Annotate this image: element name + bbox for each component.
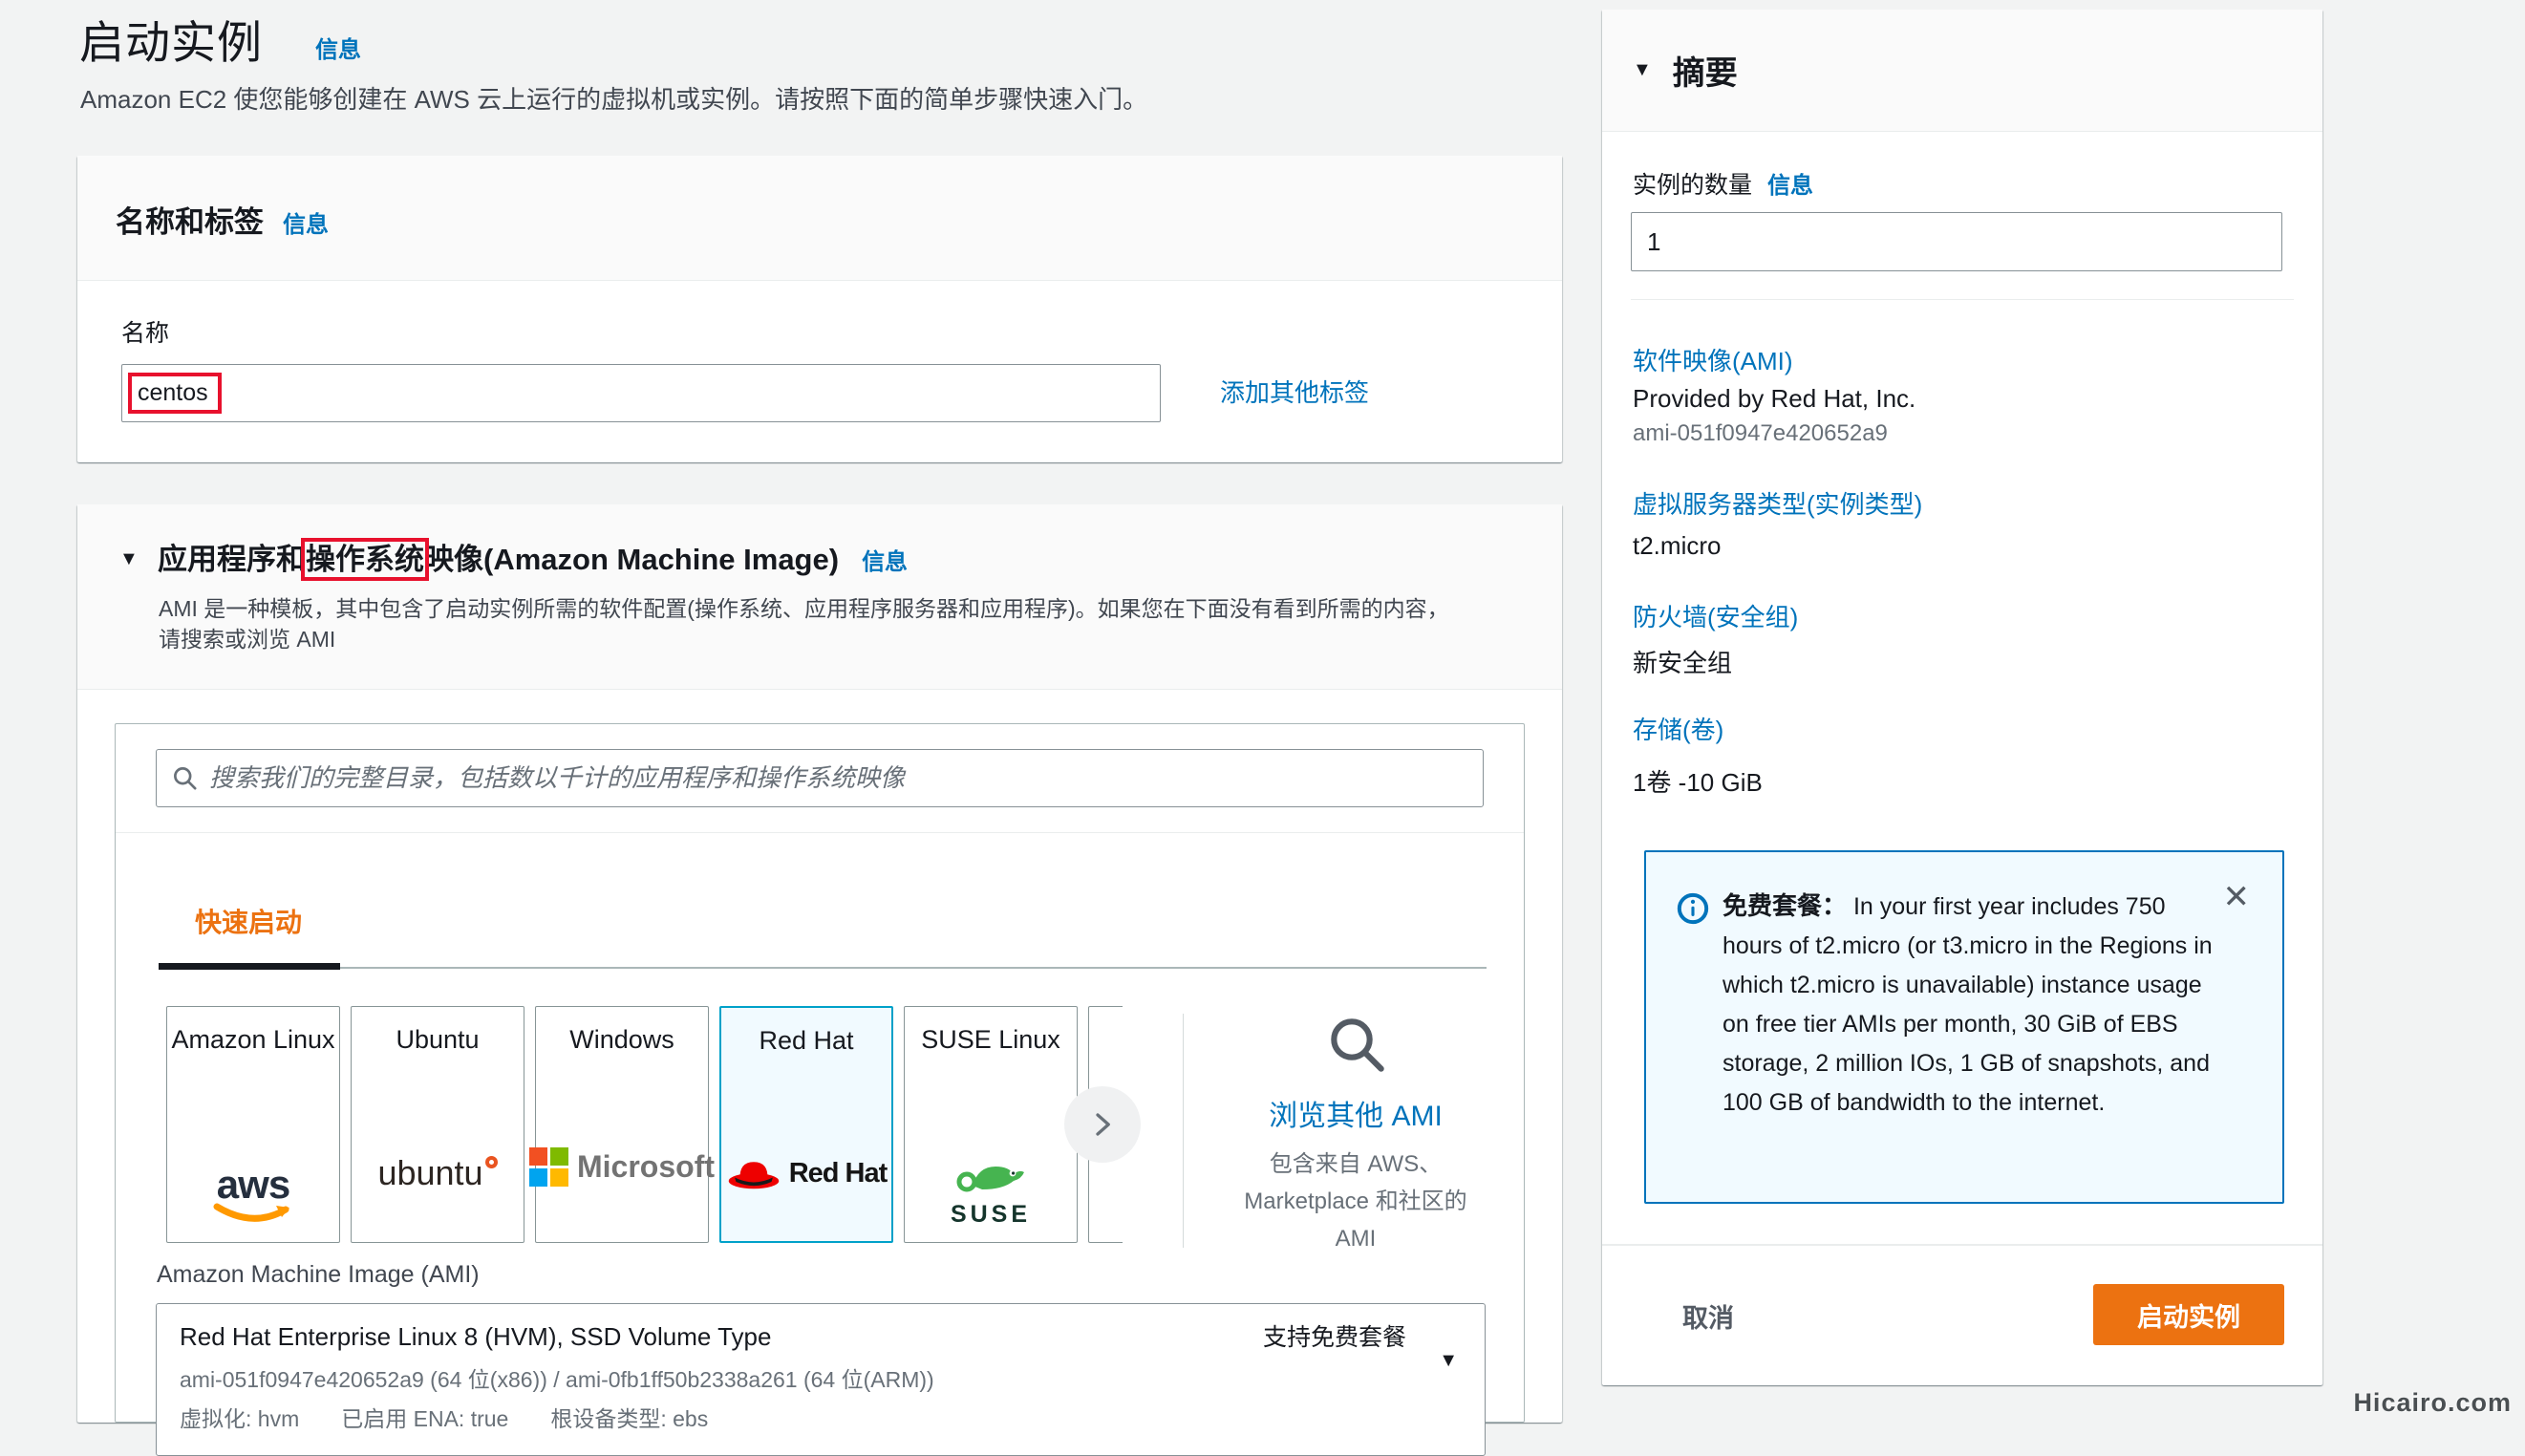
name-and-tags-header: 名称和标签 信息 xyxy=(77,156,1562,281)
add-tags-link[interactable]: 添加其他标签 xyxy=(1220,374,1369,409)
ami-section-title: 应用程序和操作系统映像(Amazon Machine Image)信息 xyxy=(158,535,908,578)
os-card-ubuntu[interactable]: Ubuntu ubuntu xyxy=(351,1006,524,1243)
divider xyxy=(1631,299,2294,300)
page-subtitle: Amazon EC2 使您能够创建在 AWS 云上运行的虚拟机或实例。请按照下面… xyxy=(80,80,1147,116)
summary-item-software-image-value: Provided by Red Hat, Inc. xyxy=(1633,384,1915,414)
search-icon xyxy=(172,765,198,791)
red-hat-fedora-icon xyxy=(726,1155,781,1191)
vertical-divider xyxy=(1183,1014,1184,1248)
page-title-info-link[interactable]: 信息 xyxy=(315,31,361,64)
summary-item-firewall-value: 新安全组 xyxy=(1633,644,1732,679)
ami-section-description-line1: AMI 是一种模板，其中包含了启动实例所需的软件配置(操作系统、应用程序服务器和… xyxy=(159,590,1449,623)
browse-other-ami-description: 包含来自 AWS、 Marketplace 和社区的 AMI xyxy=(1186,1146,1526,1257)
cancel-button[interactable]: 取消 xyxy=(1682,1297,1734,1335)
ubuntu-circle-icon xyxy=(485,1156,498,1168)
ubuntu-logo: ubuntu xyxy=(352,1154,524,1192)
name-and-tags-title: 名称和标签 xyxy=(116,198,264,241)
chevron-right-icon xyxy=(1088,1110,1117,1139)
summary-item-software-image-link[interactable]: 软件映像(AMI) xyxy=(1633,342,1793,377)
suse-chameleon-icon xyxy=(953,1155,1028,1197)
free-tier-notice-text: 免费套餐： In your first year includes 750 ho… xyxy=(1723,887,2227,1123)
ami-select-dropdown[interactable]: Red Hat Enterprise Linux 8 (HVM), SSD Vo… xyxy=(156,1303,1486,1456)
os-card-label: Red Hat xyxy=(721,1023,891,1059)
browse-search-icon xyxy=(1325,1013,1386,1074)
footer-divider xyxy=(1602,1244,2322,1246)
instance-count-row: 实例的数量 信息 xyxy=(1633,166,1813,201)
os-card-windows[interactable]: Windows Microsoft xyxy=(535,1006,709,1243)
summary-item-storage-value: 1卷 -10 GiB xyxy=(1633,763,1763,799)
browse-other-ami-block: 浏览其他 AMI 包含来自 AWS、 Marketplace 和社区的 AMI xyxy=(1186,1013,1526,1257)
os-card-carousel: Amazon Linux aws Ubuntu ubuntu Windows M xyxy=(156,1006,1123,1247)
info-circle-icon xyxy=(1677,892,1709,925)
launch-instance-button[interactable]: 启动实例 xyxy=(2093,1284,2284,1345)
summary-item-instance-type-link[interactable]: 虚拟服务器类型(实例类型) xyxy=(1633,485,1922,521)
name-and-tags-info-link[interactable]: 信息 xyxy=(283,205,329,239)
instance-name-input[interactable]: centos xyxy=(121,364,1161,422)
os-card-suse-linux[interactable]: SUSE Linux SUSE xyxy=(904,1006,1078,1243)
free-tier-eligible-badge: 支持免费套餐 xyxy=(1263,1318,1406,1353)
close-icon[interactable]: ✕ xyxy=(2223,881,2251,913)
microsoft-squares-icon xyxy=(529,1147,568,1187)
ec2-launch-instance-page: { "labels": { "info": "信息" }, "page": { … xyxy=(0,0,2525,1422)
summary-panel: ▼ 摘要 实例的数量 信息 软件映像(AMI) Provided by Red … xyxy=(1602,10,2322,1385)
red-hat-logo: Red Hat xyxy=(721,1155,891,1191)
instance-count-label: 实例的数量 xyxy=(1633,166,1752,201)
dropdown-caret-icon[interactable]: ▼ xyxy=(1439,1350,1458,1372)
aws-logo: aws xyxy=(167,1167,339,1227)
ami-section-description-line2: 请搜索或浏览 AMI xyxy=(159,621,335,653)
ami-select-label: Amazon Machine Image (AMI) xyxy=(157,1261,480,1289)
ami-search-box xyxy=(156,749,1484,807)
tab-quick-start[interactable]: 快速启动 xyxy=(195,902,302,940)
selected-ami-title: Red Hat Enterprise Linux 8 (HVM), SSD Vo… xyxy=(180,1322,1263,1352)
summary-item-firewall-link[interactable]: 防火墙(安全组) xyxy=(1633,598,1798,633)
summary-header: ▼ 摘要 xyxy=(1602,10,2322,132)
selected-ami-attributes: 虚拟化: hvm已启用 ENA: true根设备类型: ebs xyxy=(180,1401,1462,1433)
name-and-tags-section: 名称和标签 信息 名称 centos 添加其他标签 xyxy=(77,156,1562,462)
summary-title: 摘要 xyxy=(1673,47,1738,94)
microsoft-logo: Microsoft xyxy=(536,1147,708,1187)
browse-other-ami-link[interactable]: 浏览其他 AMI xyxy=(1186,1092,1526,1134)
collapse-caret-icon[interactable]: ▼ xyxy=(119,548,139,570)
os-card-red-hat-selected[interactable]: Red Hat Red Hat xyxy=(719,1006,893,1243)
aws-smile-icon xyxy=(213,1202,293,1227)
name-field-label: 名称 xyxy=(121,314,169,349)
summary-item-storage-link[interactable]: 存储(卷) xyxy=(1633,711,1723,746)
os-card-label: SUSE Linux xyxy=(905,1022,1077,1058)
instance-count-input[interactable] xyxy=(1631,212,2282,271)
suse-logo: SUSE xyxy=(905,1155,1077,1229)
ami-section-header: ▼ 应用程序和操作系统映像(Amazon Machine Image)信息 AM… xyxy=(77,504,1562,690)
panel-divider xyxy=(116,832,1524,833)
carousel-next-button[interactable] xyxy=(1064,1086,1141,1163)
tab-baseline xyxy=(159,967,1487,969)
page-title: 启动实例 xyxy=(79,6,263,72)
watermark: Hicairo.com xyxy=(2353,1388,2512,1418)
os-card-label: Ubuntu xyxy=(352,1022,524,1058)
ami-section: ▼ 应用程序和操作系统映像(Amazon Machine Image)信息 AM… xyxy=(77,504,1562,1423)
red-highlight-annotation-name: centos xyxy=(132,376,218,410)
tab-active-indicator xyxy=(159,963,340,970)
summary-item-software-image-id: ami-051f0947e420652a9 xyxy=(1633,420,1888,447)
collapse-caret-icon[interactable]: ▼ xyxy=(1633,59,1652,81)
os-card-amazon-linux[interactable]: Amazon Linux aws xyxy=(166,1006,340,1243)
os-card-label: Amazon Linux xyxy=(167,1022,339,1058)
ami-catalog-panel: 快速启动 Amazon Linux aws Ubuntu ubuntu xyxy=(115,723,1525,1423)
selected-ami-ids: ami-051f0947e420652a9 (64 位(x86)) / ami-… xyxy=(180,1361,1462,1394)
ami-search-input[interactable] xyxy=(209,755,1483,803)
summary-item-instance-type-value: t2.micro xyxy=(1633,531,1721,561)
ami-section-info-link[interactable]: 信息 xyxy=(862,549,908,575)
red-highlight-annotation-os: 操作系统 xyxy=(306,543,424,576)
instance-count-info-link[interactable]: 信息 xyxy=(1767,166,1813,200)
os-card-label: Windows xyxy=(536,1022,708,1058)
free-tier-notice: 免费套餐： In your first year includes 750 ho… xyxy=(1644,850,2284,1204)
